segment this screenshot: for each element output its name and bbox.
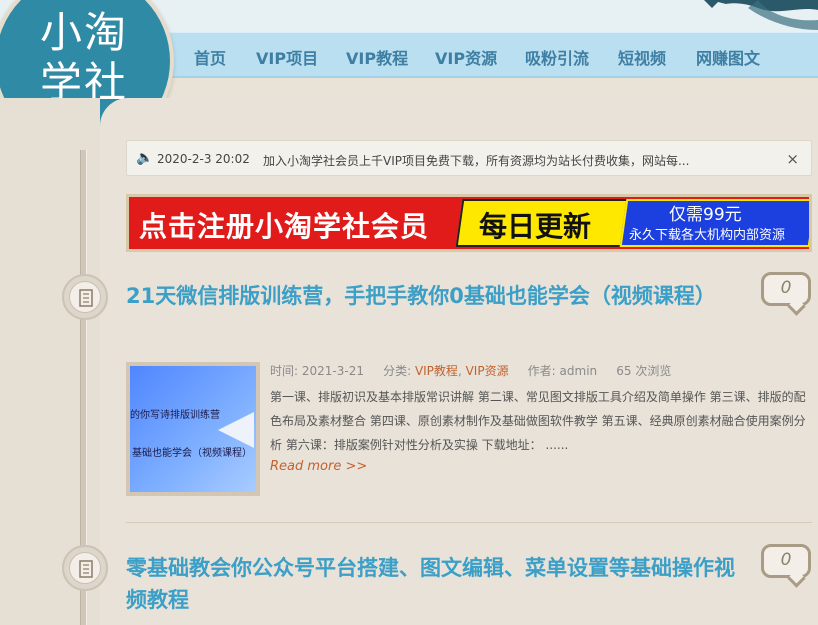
- comment-count: 0: [780, 278, 792, 298]
- promo-banner-body: 点击注册小淘学社会员 每日更新 仅需99元 永久下载各大机构内部资源: [129, 197, 809, 249]
- meta-time: 2021-3-21: [301, 364, 364, 378]
- speaker-icon: 🔈: [136, 150, 154, 166]
- post-excerpt: 第一课、排版初识及基本排版常识讲解 第二课、常见图文排版工具介绍及简单操作 第三…: [270, 390, 806, 452]
- notice-bar: 🔈 2020-2-3 20:02 加入小淘学社会员上千VIP项目免费下载，所有资…: [126, 140, 812, 176]
- timeline-marker: [62, 274, 108, 320]
- thumbnail-image: 的你写诗排版训练营 基础也能学会（视频课程）: [130, 366, 256, 492]
- meta-author[interactable]: admin: [560, 364, 598, 378]
- meta-time-label: 时间:: [270, 364, 299, 378]
- post-meta: 时间: 2021-3-21 分类: VIP教程, VIP资源 作者: admin…: [270, 362, 671, 379]
- logo-line-1: 小淘: [40, 8, 129, 57]
- notebook-icon: [79, 560, 93, 578]
- banner-daily-update: 每日更新: [479, 210, 592, 243]
- timeline-marker: [62, 545, 108, 591]
- banner-price-desc: 永久下载各大机构内部资源: [629, 228, 786, 243]
- nav-vip-resources[interactable]: VIP资源: [435, 45, 497, 69]
- nav-vip-tutorials[interactable]: VIP教程: [346, 45, 408, 69]
- nav-home[interactable]: 首页: [194, 45, 226, 69]
- promo-banner[interactable]: 点击注册小淘学社会员 每日更新 仅需99元 永久下载各大机构内部资源: [126, 194, 812, 252]
- notebook-icon: [79, 289, 93, 307]
- notice-date: 2020-2-3 20:02: [157, 152, 250, 166]
- meta-author-label: 作者:: [527, 364, 556, 378]
- comment-bubble[interactable]: 0: [761, 272, 811, 306]
- read-more-link[interactable]: Read more >>: [270, 459, 367, 474]
- thumbnail-text-2: 基础也能学会（视频课程）: [132, 448, 252, 459]
- post-thumbnail[interactable]: 的你写诗排版训练营 基础也能学会（视频课程）: [126, 362, 260, 496]
- category-separator: ,: [457, 364, 462, 378]
- thumbnail-text-1: 的你写诗排版训练营: [130, 410, 220, 421]
- post-title[interactable]: 21天微信排版训练营，手把手教你0基础也能学会（视频课程）: [126, 280, 746, 312]
- meta-category-label: 分类:: [383, 364, 412, 378]
- banner-price: 仅需99元: [669, 205, 742, 225]
- nav-traffic[interactable]: 吸粉引流: [525, 45, 589, 69]
- timeline-marker-inner: [69, 281, 101, 313]
- category-link[interactable]: VIP教程: [415, 364, 458, 378]
- category-link[interactable]: VIP资源: [466, 364, 509, 378]
- notice-text[interactable]: 加入小淘学社会员上千VIP项目免费下载，所有资源均为站长付费收集，网站每...: [263, 152, 689, 169]
- meta-views: 65 次浏览: [616, 364, 672, 378]
- main-nav: 首页 VIP项目 VIP教程 VIP资源 吸粉引流 短视频 网赚图文: [150, 32, 818, 78]
- thumbnail-arrow-shape: [218, 412, 254, 448]
- nav-short-video[interactable]: 短视频: [618, 45, 666, 69]
- post-title[interactable]: 零基础教会你公众号平台搭建、图文编辑、菜单设置等基础操作视频教程: [126, 552, 746, 616]
- nav-money-articles[interactable]: 网赚图文: [696, 45, 760, 69]
- close-icon[interactable]: ×: [786, 150, 799, 168]
- banner-register-text: 点击注册小淘学社会员: [139, 210, 430, 243]
- comment-bubble[interactable]: 0: [761, 544, 811, 578]
- comment-count: 0: [780, 550, 792, 570]
- post-divider: [126, 522, 812, 523]
- ink-brush-decoration: [608, 0, 818, 30]
- timeline-marker-inner: [69, 552, 101, 584]
- nav-vip-projects[interactable]: VIP项目: [256, 45, 318, 69]
